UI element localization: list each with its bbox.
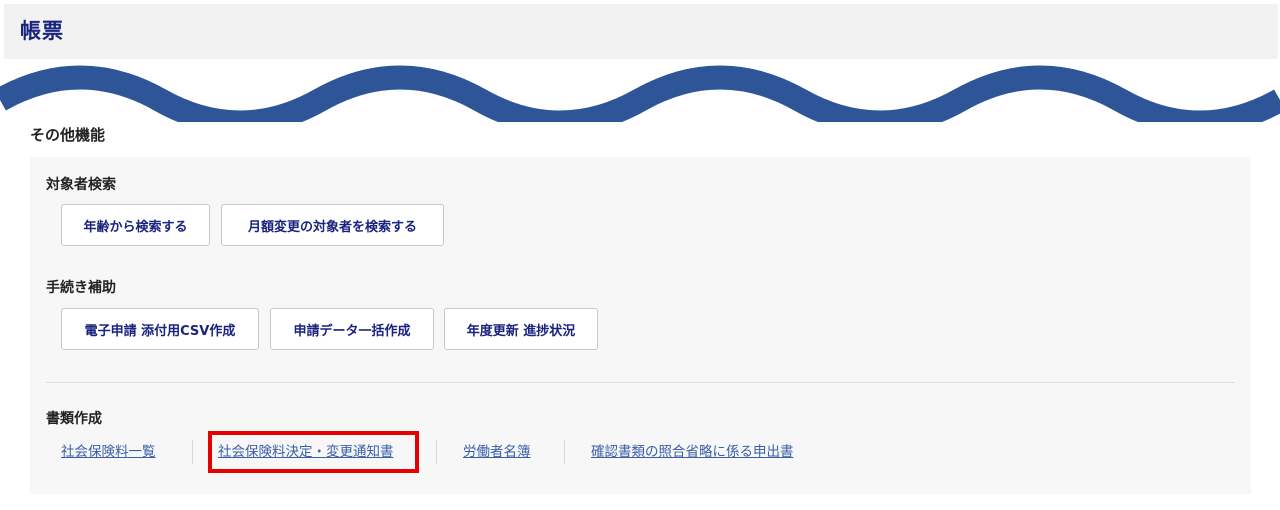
link-social-insurance-list[interactable]: 社会保険料一覧 (61, 443, 156, 461)
group-title-search: 対象者検索 (46, 177, 116, 193)
section-title-other-functions: その他機能 (30, 126, 106, 144)
link-verification-omission-request[interactable]: 確認書類の照合省略に係る申出書 (591, 443, 794, 461)
page-header: 帳票 (4, 4, 1278, 59)
e-application-csv-button[interactable]: 電子申請 添付用CSV作成 (61, 308, 259, 350)
link-insurance-decision-notice[interactable]: 社会保険料決定・変更通知書 (218, 443, 394, 461)
search-monthly-change-button[interactable]: 月額変更の対象者を検索する (221, 204, 444, 246)
group-title-procedure: 手続き補助 (46, 280, 116, 296)
other-functions-panel: 対象者検索 年齢から検索する 月額変更の対象者を検索する 手続き補助 電子申請 … (30, 157, 1251, 494)
link-worker-register[interactable]: 労働者名簿 (463, 443, 531, 461)
annual-renewal-progress-button[interactable]: 年度更新 進捗状況 (444, 308, 598, 350)
group-title-documents: 書類作成 (46, 411, 102, 427)
page: 帳票 その他機能 対象者検索 年齢から検索する 月額変更の対象者を検索する 手続… (0, 0, 1280, 510)
page-title: 帳票 (20, 19, 64, 43)
link-separator (192, 440, 193, 464)
wave-divider (0, 65, 1280, 122)
link-separator (436, 440, 437, 464)
bulk-application-data-button[interactable]: 申請データ一括作成 (270, 308, 434, 350)
search-by-age-button[interactable]: 年齢から検索する (61, 204, 210, 246)
section-divider (46, 382, 1235, 383)
link-separator (564, 440, 565, 464)
